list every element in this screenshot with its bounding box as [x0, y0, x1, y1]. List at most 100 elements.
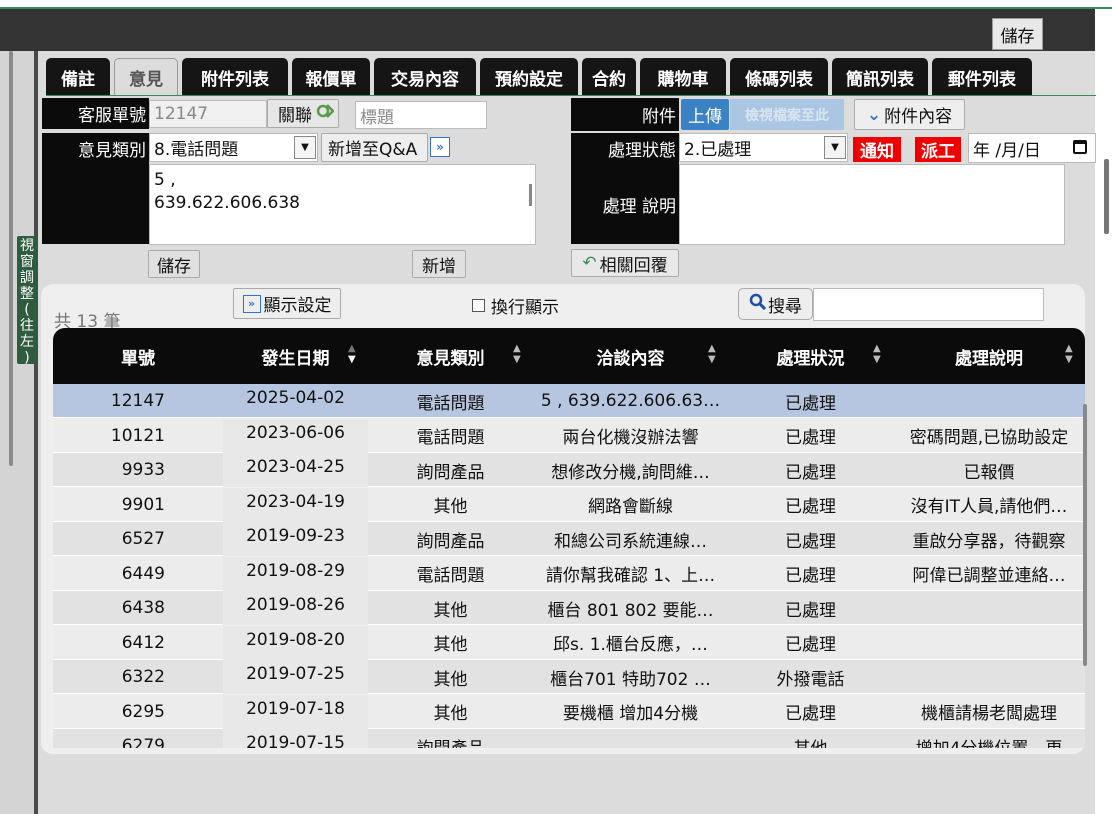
table-row[interactable]: 6449 2019-08-29 電話問題 請你幫我確認 1、上… 已處理 阿偉已調整並連絡… [53, 556, 1085, 591]
chevron-down-icon: ▼ [824, 136, 846, 159]
table-cell: 密碼問題,已協助設定 [909, 428, 1069, 448]
process-desc-textarea[interactable] [679, 164, 1065, 245]
ticket-number-field[interactable]: 12147 [149, 100, 267, 128]
tab-4[interactable]: 交易內容 [374, 58, 476, 96]
table-cell: 已處理 [785, 635, 836, 655]
table-scrollbar[interactable] [1083, 404, 1087, 666]
table-cell: 已處理 [785, 497, 836, 517]
table-cell: 詢問產品 [416, 462, 485, 483]
tab-underline [46, 95, 1096, 96]
table-cell: 6449 [121, 563, 165, 584]
table-cell: 機櫃請楊老闆處理 [921, 704, 1057, 724]
notify-button[interactable]: 通知 [853, 137, 901, 162]
table-cell: 2019-08-20 [223, 625, 368, 660]
window-adjust-tab[interactable]: 視窗調整(往左) [17, 236, 37, 366]
table-row[interactable]: 12147 2025-04-02 電話問題 5 , 639.622.606.63… 已處… [53, 384, 1085, 418]
table-row[interactable]: 6412 2019-08-20 其他 邱s. 1.櫃台反應，… 已處理 [53, 625, 1085, 660]
table-row[interactable]: 6527 2019-09-23 詢問產品 和總公司系統連線… 已處理 重啟分享器，待觀察 [53, 522, 1085, 556]
side-tab-char: 往 [20, 318, 34, 334]
content-textarea[interactable]: 5 , 639.622.606.638 [149, 164, 536, 245]
table-cell [893, 384, 1085, 418]
table-cell: 電話問題 [416, 566, 485, 586]
table-row[interactable]: 6295 2019-07-18 其他 要機櫃 增加4分機 已處理 機櫃請楊老闆處理 [53, 694, 1085, 729]
title-input[interactable]: 標題 [355, 101, 487, 129]
tab-3[interactable]: 報價單 [292, 58, 370, 96]
table-cell: 6295 [121, 701, 165, 722]
table-row[interactable]: 6279 2019-07-15詢問產品 其他增加4分機位置，更 [53, 729, 1085, 748]
table-row[interactable]: 6322 2019-07-25 其他 櫃台701 特助702 … 外撥電話 [53, 660, 1085, 694]
table-row[interactable]: 6438 2019-08-26 其他 櫃台 801 802 要能… 已處理 [53, 591, 1085, 625]
sort-icon[interactable]: ▲ ▼ [708, 343, 716, 365]
window-scrollbar-thumb[interactable] [1104, 159, 1109, 234]
column-header-1[interactable]: 發生日期 ▲ ▼ [223, 328, 368, 384]
view-attachment-button[interactable]: 檢視檔案至此 [730, 99, 844, 130]
related-reply-button[interactable]: ↶ 相關回覆 [571, 249, 679, 277]
side-tab-char: 視 [20, 238, 34, 254]
display-settings-button[interactable]: » 顯示設定 [233, 288, 341, 319]
tab-5[interactable]: 預約設定 [480, 58, 578, 96]
table-cell: 9933 [121, 460, 165, 480]
table-cell: 網路會斷線 [588, 497, 673, 517]
link-button-label: 關聯 [278, 106, 312, 126]
column-header-2[interactable]: 意見類別 ▲ ▼ [368, 328, 533, 384]
double-chevron-right-icon[interactable]: » [430, 137, 450, 157]
sort-icon[interactable]: ▲ ▼ [348, 343, 356, 365]
column-header-5[interactable]: 處理說明 ▲ ▼ [893, 328, 1085, 384]
column-header-3[interactable]: 洽談內容 ▲ ▼ [533, 328, 728, 384]
search-input[interactable] [813, 288, 1044, 321]
table-row[interactable]: 9933 2023-04-25 詢問產品 想修改分機,詢問維… 已處理 已報價 [53, 453, 1085, 487]
side-tab-char: ( [24, 302, 30, 318]
window-scrollbar-track[interactable] [1095, 9, 1112, 814]
sort-icon[interactable]: ▲ ▼ [873, 343, 881, 365]
table-body[interactable]: 12147 2025-04-02 電話問題 5 , 639.622.606.63… 已處… [53, 384, 1085, 748]
sort-icon[interactable]: ▲ ▼ [513, 343, 521, 365]
table-cell: 5 , 639.622.606.63… [540, 391, 721, 411]
table-row[interactable]: 9901 2023-04-19 其他 網路會斷線 已處理 沒有IT人員,請他們… [53, 487, 1085, 522]
top-toolbar: 儲存 [0, 9, 1095, 51]
status-select[interactable]: 2.已處理 ▼ [679, 133, 848, 162]
left-scrollbar[interactable] [9, 51, 13, 466]
attachment-content-button[interactable]: ⌄ 附件內容 [854, 99, 965, 130]
table-cell: 2023-06-06 [223, 418, 368, 453]
table-cell: 2019-07-15 [223, 729, 368, 748]
content-textarea-scrollbar[interactable] [529, 184, 532, 206]
upload-button[interactable]: 上傳 [681, 99, 729, 130]
sort-icon[interactable]: ▲ ▼ [1065, 343, 1073, 365]
tab-6[interactable]: 合約 [582, 58, 636, 96]
wrap-display-toggle[interactable]: 換行顯示 [472, 293, 559, 318]
tab-9[interactable]: 簡訊列表 [832, 58, 928, 96]
tab-8[interactable]: 條碼列表 [730, 58, 828, 96]
table-cell: 兩台化機沒辦法響 [562, 428, 699, 448]
wrap-checkbox[interactable] [472, 299, 485, 312]
tab-2[interactable]: 附件列表 [182, 58, 288, 96]
tab-0[interactable]: 備註 [46, 58, 110, 96]
main-panel: 備註 意見 附件列表 報價單 交易內容 預約設定 合約 購物車 條碼列表 簡訊列表 郵件列表 客服單… [38, 51, 1096, 814]
table-cell: 櫃台 801 802 要能… [547, 600, 714, 621]
column-header-4[interactable]: 處理狀況 ▲ ▼ [728, 328, 893, 384]
tab-10[interactable]: 郵件列表 [932, 58, 1032, 96]
link-button[interactable]: 關聯 [267, 99, 339, 128]
column-header-0[interactable]: 單號 [53, 328, 223, 384]
table-cell: 2019-09-23 [223, 522, 368, 556]
tab-1[interactable]: 意見 [114, 58, 178, 96]
table-cell: 櫃台701 特助702 … [550, 669, 711, 690]
search-button[interactable]: 搜尋 [738, 288, 813, 320]
category-select[interactable]: 8.電話問題 ▼ [149, 133, 318, 162]
dispatch-button[interactable]: 派工 [915, 137, 961, 162]
process-desc-label: 處理 說明 [571, 164, 679, 244]
form-save-button[interactable]: 儲存 [148, 250, 200, 278]
table-cell: 10121 [110, 425, 165, 446]
table-row[interactable]: 10121 2023-06-06 電話問題 兩台化機沒辦法響 已處理 密碼問題,已協助設定 [53, 418, 1085, 453]
tab-bar: 備註 意見 附件列表 報價單 交易內容 預約設定 合約 購物車 條碼列表 簡訊列表 郵件列表 [46, 58, 1032, 96]
form-new-button[interactable]: 新增 [412, 250, 466, 278]
column-header-label: 處理狀況 [776, 348, 845, 369]
toolbar-save-button[interactable]: 儲存 [992, 18, 1043, 50]
date-input[interactable]: 年 /月/日 [968, 133, 1096, 163]
add-to-qa-button[interactable]: 新增至Q&A [321, 133, 428, 162]
column-header-label: 發生日期 [261, 348, 330, 369]
table-cell [533, 729, 728, 748]
column-header-label: 意見類別 [416, 348, 485, 369]
tab-7[interactable]: 購物車 [640, 58, 726, 96]
calendar-icon[interactable] [1073, 140, 1087, 154]
link-icon [316, 102, 335, 125]
